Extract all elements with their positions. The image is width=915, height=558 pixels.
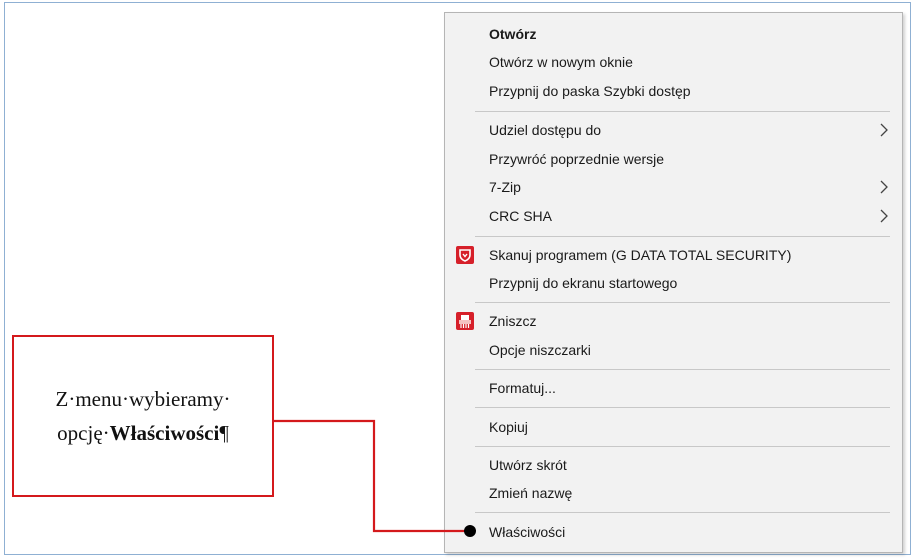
pointer-dot (464, 525, 476, 537)
callout-keyword: Właściwości (109, 421, 220, 445)
pilcrow-mark: ¶ (219, 421, 229, 445)
callout-line-2-prefix: opcję· (57, 421, 110, 445)
callout-line-1: Z·menu·wybieramy· (55, 387, 231, 411)
callout-line-2: opcję·Właściwości¶ (14, 421, 272, 446)
callout-box: Z·menu·wybieramy· opcję·Właściwości¶ (12, 335, 274, 497)
